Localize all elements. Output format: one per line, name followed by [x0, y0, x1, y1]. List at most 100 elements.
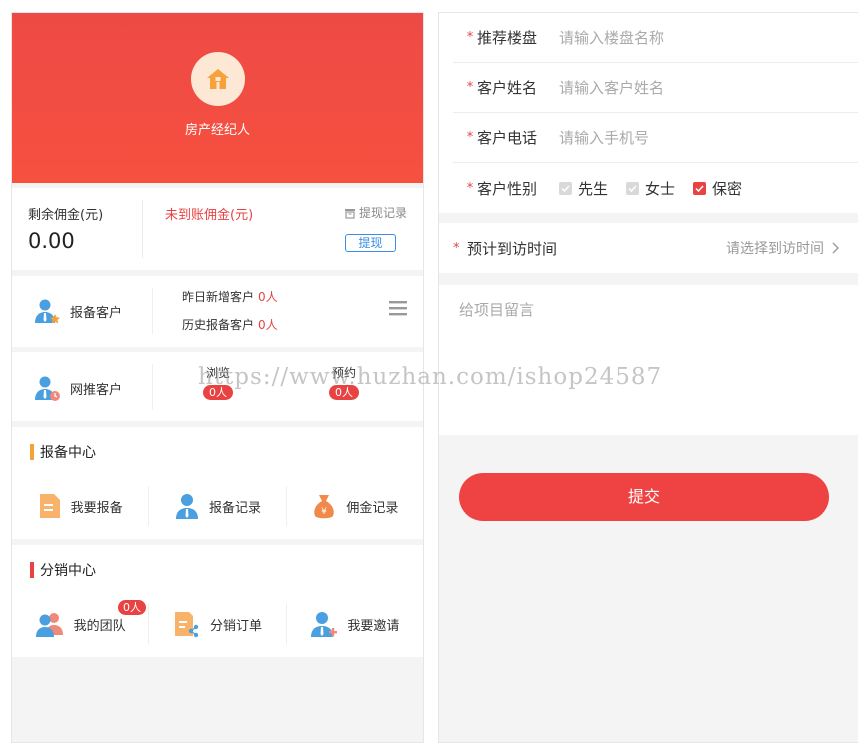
- push-customers-entry[interactable]: 网推客户: [32, 373, 122, 403]
- invite-label: 我要邀请: [347, 618, 400, 634]
- report-customers-row: 报备客户 昨日新增客户 0人 历史报备客户 0人: [12, 276, 423, 347]
- report-center-grid: 我要报备 报备记录 ¥ 佣金记录: [12, 486, 423, 526]
- gender-option-ms-label: 女士: [645, 179, 676, 198]
- divider: [152, 364, 153, 410]
- required-marker: *: [466, 30, 474, 45]
- distribution-orders-label: 分销订单: [209, 618, 262, 634]
- person-icon: [174, 492, 200, 520]
- menu-icon[interactable]: [389, 300, 407, 320]
- customer-form: * 推荐楼盘 请输入楼盘名称 * 客户姓名 请输入客户姓名 * 客户电话 请输入…: [439, 13, 858, 213]
- checkbox-checked-icon: [693, 181, 707, 195]
- unbilled-commission-label: 未到账佣金(元): [165, 208, 254, 223]
- visit-time-label: 预计到访时间: [467, 239, 558, 258]
- withdraw-history-label: 提现记录: [358, 206, 407, 220]
- report-records-item[interactable]: 报备记录: [148, 486, 285, 526]
- name-label: 客户姓名: [477, 79, 538, 97]
- distribution-orders-item[interactable]: 分销订单: [148, 604, 285, 644]
- yesterday-new-value: 0人: [258, 290, 278, 304]
- remark-textarea[interactable]: 给项目留言: [439, 285, 858, 435]
- team-icon: [35, 610, 65, 638]
- phone-input[interactable]: 请输入手机号: [559, 127, 649, 148]
- invite-item[interactable]: 我要邀请: [285, 604, 423, 644]
- section-marker: [30, 562, 34, 578]
- recommend-form-panel: * 推荐楼盘 请输入楼盘名称 * 客户姓名 请输入客户姓名 * 客户电话 请输入…: [438, 12, 858, 743]
- appoint-count-badge: 0人: [329, 385, 359, 400]
- svg-text:¥: ¥: [321, 507, 327, 517]
- report-center-title-text: 报备中心: [40, 445, 96, 461]
- phone-label: 客户电话: [477, 129, 538, 147]
- appoint-stat[interactable]: 预约 0人: [314, 364, 374, 400]
- gender-option-secret-label: 保密: [712, 179, 743, 198]
- report-submit-item[interactable]: 我要报备: [12, 486, 148, 526]
- report-submit-label: 我要报备: [70, 500, 123, 516]
- commission-card: 剩余佣金(元) 0.00 未到账佣金(元) 提现记录 提现: [12, 188, 423, 270]
- yesterday-new-label: 昨日新增客户: [182, 290, 255, 304]
- distribution-center-title: 分销中心: [30, 560, 96, 580]
- agent-panel: 房产经纪人 剩余佣金(元) 0.00 未到账佣金(元) 提现记录 提现 报备客户…: [11, 12, 424, 743]
- required-marker: *: [466, 80, 474, 95]
- visit-time-placeholder: 请选择到访时间: [726, 241, 824, 257]
- yesterday-new-stat: 昨日新增客户 0人: [182, 288, 278, 305]
- agent-header: 房产经纪人: [12, 13, 423, 183]
- customer-star-icon: [32, 296, 62, 326]
- required-marker: *: [466, 130, 474, 145]
- distribution-center-section: 分销中心 我的团队 0人 分销订单 我要邀请: [12, 545, 423, 657]
- building-input[interactable]: 请输入楼盘名称: [559, 27, 664, 48]
- withdraw-button[interactable]: 提现: [345, 234, 396, 252]
- history-report-value: 0人: [258, 318, 278, 332]
- money-bag-icon: ¥: [311, 492, 337, 520]
- team-count-badge: 0人: [118, 600, 146, 615]
- history-report-label: 历史报备客户: [182, 318, 255, 332]
- required-marker: *: [453, 240, 460, 256]
- checkbox-icon: [559, 181, 572, 195]
- customer-clock-icon: [32, 373, 62, 403]
- gender-label: 客户性别: [477, 179, 538, 198]
- building-row: * 推荐楼盘 请输入楼盘名称: [453, 13, 858, 63]
- report-customers-label: 报备客户: [70, 305, 123, 321]
- section-marker: [30, 444, 34, 460]
- my-team-label: 我的团队: [73, 618, 126, 634]
- distribution-center-grid: 我的团队 0人 分销订单 我要邀请: [12, 600, 423, 644]
- report-records-label: 报备记录: [208, 500, 261, 516]
- house-icon: [205, 66, 231, 92]
- remaining-commission-amount: 0.00: [28, 229, 75, 253]
- report-center-section: 报备中心 我要报备 报备记录 ¥ 佣金记录: [12, 427, 423, 539]
- trash-box-icon: [344, 207, 356, 219]
- visit-time-picker[interactable]: 请选择到访时间: [726, 238, 839, 258]
- gender-option-mr[interactable]: 先生: [559, 178, 608, 199]
- browse-label: 浏览: [205, 366, 230, 380]
- document-icon: [38, 492, 62, 520]
- invite-icon: [310, 610, 338, 638]
- report-customers-entry[interactable]: 报备客户: [32, 296, 122, 326]
- commission-records-item[interactable]: ¥ 佣金记录: [285, 486, 423, 526]
- required-marker: *: [466, 180, 474, 196]
- report-center-title: 报备中心: [30, 442, 96, 462]
- name-row: * 客户姓名 请输入客户姓名: [453, 63, 858, 113]
- history-report-stat: 历史报备客户 0人: [182, 316, 278, 333]
- agent-role: 房产经纪人: [184, 123, 250, 138]
- agent-avatar[interactable]: [191, 52, 245, 106]
- divider: [142, 200, 143, 258]
- push-customers-label: 网推客户: [70, 382, 123, 398]
- gender-row: * 客户性别 先生 女士 保密: [453, 163, 858, 213]
- withdraw-history-link[interactable]: 提现记录: [344, 204, 407, 221]
- gender-option-mr-label: 先生: [578, 179, 609, 198]
- browse-stat[interactable]: 浏览 0人: [188, 364, 248, 400]
- divider: [152, 288, 153, 334]
- my-team-item[interactable]: 我的团队 0人: [12, 600, 148, 644]
- phone-row: * 客户电话 请输入手机号: [453, 113, 858, 163]
- building-label: 推荐楼盘: [477, 29, 538, 47]
- checkbox-icon: [626, 181, 640, 195]
- share-doc-icon: [173, 610, 201, 638]
- commission-records-label: 佣金记录: [346, 500, 399, 516]
- appoint-label: 预约: [331, 366, 356, 380]
- push-customers-row: 网推客户 浏览 0人 预约 0人: [12, 352, 423, 421]
- browse-count-badge: 0人: [203, 385, 233, 400]
- name-input[interactable]: 请输入客户姓名: [559, 77, 664, 98]
- gender-option-secret[interactable]: 保密: [693, 178, 742, 199]
- submit-button[interactable]: 提交: [459, 473, 829, 521]
- distribution-center-title-text: 分销中心: [40, 563, 96, 579]
- chevron-right-icon: [832, 242, 839, 254]
- visit-time-row[interactable]: * 预计到访时间 请选择到访时间: [439, 223, 858, 273]
- gender-option-ms[interactable]: 女士: [626, 178, 675, 199]
